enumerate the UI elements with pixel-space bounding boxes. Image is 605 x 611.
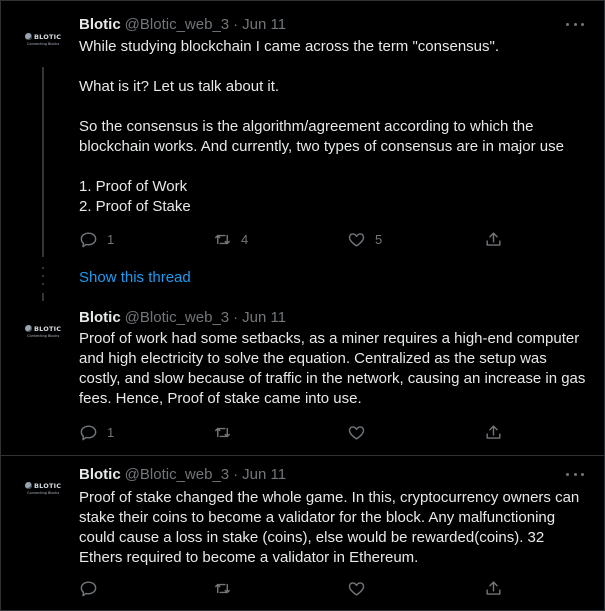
logo-icon [25, 33, 32, 40]
avatar-tagline: Connecting Blocks [27, 333, 60, 338]
avatar[interactable]: BLOTIC Connecting Blocks [25, 477, 65, 499]
tweet-actions [79, 577, 509, 599]
tweet-text: While studying blockchain I came across … [79, 37, 589, 217]
logo-icon [25, 482, 32, 489]
show-thread-link[interactable]: Show this thread [79, 269, 191, 286]
like-button[interactable]: 5 [347, 228, 382, 250]
retweet-icon [215, 427, 230, 437]
tweet-actions: 1 4 5 [79, 228, 509, 250]
like-icon [348, 425, 365, 440]
share-icon [486, 231, 501, 246]
author-handle[interactable]: @Blotic_web_3 [125, 309, 229, 326]
like-count: 5 [375, 231, 383, 247]
avatar-brand: BLOTIC [34, 481, 62, 490]
thread-dots [42, 263, 44, 303]
tweet-paragraph: While studying blockchain I came across … [79, 38, 499, 55]
tweet-paragraph: What is it? Let us talk about it. [79, 78, 280, 95]
tweet-header: Blotic @Blotic_web_3 · Jun 11 [79, 307, 286, 327]
reply-icon [80, 424, 97, 440]
like-button[interactable] [347, 577, 375, 599]
retweet-button[interactable] [213, 577, 241, 599]
reply-count: 1 [107, 424, 115, 440]
like-icon [348, 232, 365, 247]
tweet-date[interactable]: Jun 11 [242, 16, 286, 33]
more-icon[interactable] [566, 19, 584, 29]
more-icon[interactable] [566, 469, 584, 479]
tweet-list-item: 1. Proof of Work [79, 178, 188, 195]
tweet-date[interactable]: Jun 11 [242, 309, 286, 326]
tweet-paragraph: Proof of work had some setbacks, as a mi… [79, 330, 586, 407]
retweet-count: 4 [241, 231, 249, 247]
avatar[interactable]: BLOTIC Connecting Blocks [25, 320, 65, 342]
reply-button[interactable]: 1 [79, 421, 114, 443]
like-icon [348, 581, 365, 596]
avatar-tagline: Connecting Blocks [27, 490, 60, 495]
share-button[interactable] [484, 577, 503, 599]
separator-dot: · [233, 308, 239, 326]
tweet-paragraph: Proof of stake changed the whole game. I… [79, 489, 580, 566]
share-icon [486, 580, 501, 595]
tweet-text: Proof of stake changed the whole game. I… [79, 488, 589, 568]
tweet-header: Blotic @Blotic_web_3 · Jun 11 [79, 464, 286, 484]
separator-dot: · [233, 465, 239, 483]
reply-icon [80, 231, 97, 247]
like-button[interactable] [347, 421, 375, 443]
reply-button[interactable] [79, 577, 107, 599]
tweet-divider [1, 455, 604, 456]
retweet-icon [215, 234, 230, 244]
tweet-list-item: 2. Proof of Stake [79, 198, 191, 215]
avatar-tagline: Connecting Blocks [27, 41, 60, 46]
author-name[interactable]: Blotic [79, 16, 121, 33]
avatar-brand: BLOTIC [34, 32, 62, 41]
tweet-paragraph: So the consensus is the algorithm/agreem… [79, 118, 564, 155]
share-icon [486, 424, 501, 439]
author-handle[interactable]: @Blotic_web_3 [125, 16, 229, 33]
author-name[interactable]: Blotic [79, 309, 121, 326]
author-name[interactable]: Blotic [79, 466, 121, 483]
separator-dot: · [233, 15, 239, 33]
retweet-button[interactable]: 4 [213, 228, 248, 250]
reply-count: 1 [107, 231, 115, 247]
avatar[interactable]: BLOTIC Connecting Blocks [25, 28, 65, 50]
tweet-text: Proof of work had some setbacks, as a mi… [79, 329, 589, 409]
reply-button[interactable]: 1 [79, 228, 114, 250]
reply-icon [80, 580, 97, 596]
author-handle[interactable]: @Blotic_web_3 [125, 466, 229, 483]
avatar-brand: BLOTIC [34, 324, 62, 333]
share-button[interactable] [484, 228, 503, 250]
logo-icon [25, 325, 32, 332]
tweet-header: Blotic @Blotic_web_3 · Jun 11 [79, 14, 286, 34]
timeline: BLOTIC Connecting Blocks Blotic @Blotic_… [0, 0, 605, 611]
retweet-icon [215, 583, 230, 593]
tweet-actions: 1 [79, 421, 509, 443]
share-button[interactable] [484, 421, 503, 443]
tweet-date[interactable]: Jun 11 [242, 466, 286, 483]
retweet-button[interactable] [213, 421, 241, 443]
thread-line [42, 67, 44, 257]
